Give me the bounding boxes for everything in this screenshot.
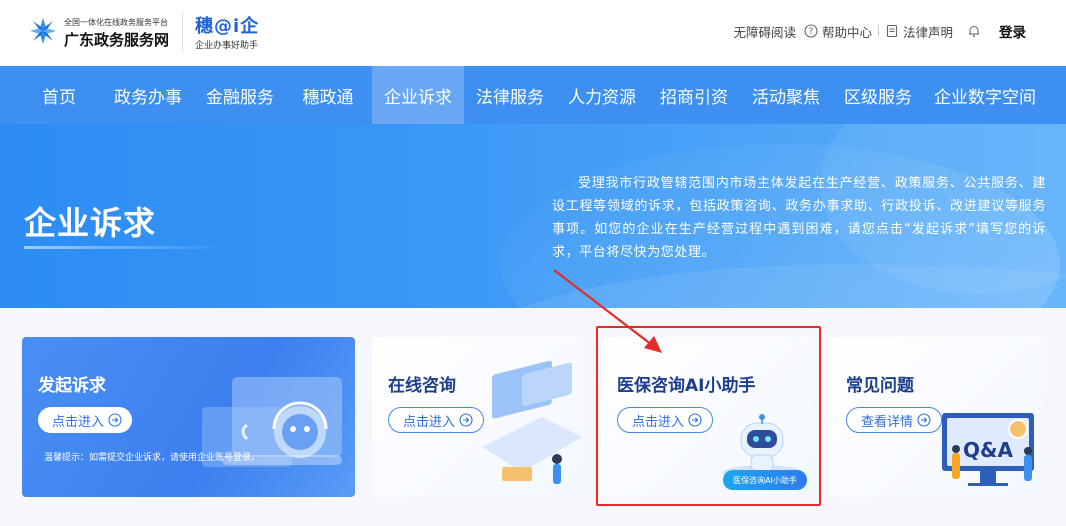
online-consultation-button[interactable]: 点击进入	[388, 407, 485, 433]
arrow-circle-right-icon	[459, 413, 473, 427]
page-title: 企业诉求	[24, 204, 157, 242]
button-label: 查看详情	[861, 414, 914, 430]
bell-icon[interactable]	[967, 24, 981, 38]
card-online-consultation[interactable]: 在线咨询 点击进入	[372, 337, 584, 497]
svg-text:Q&A: Q&A	[963, 438, 1013, 462]
legal-statement-label: 法律声明	[902, 24, 953, 40]
nav-item-events[interactable]: 活动聚焦	[744, 66, 828, 124]
brand-sui-i-qi-subtitle: 企业办事好助手	[195, 41, 259, 51]
nav-item-sui-zheng-tong[interactable]: 穗政通	[292, 66, 364, 124]
site-header: 全国一体化在线政务服务平台 广东政务服务网 穗@i企 企业办事好助手 无障碍阅读…	[0, 0, 1066, 66]
nav-item-home[interactable]: 首页	[24, 66, 94, 124]
nav-item-district-services[interactable]: 区级服务	[836, 66, 920, 124]
help-circle-icon: ?	[804, 24, 818, 38]
arrow-circle-right-icon	[917, 413, 931, 427]
brand-sui-i-qi-title[interactable]: 穗@i企	[195, 12, 259, 38]
logo-divider	[182, 12, 183, 52]
card-medical-insurance-ai-assistant[interactable]: 医保咨询AI小助手 点击进入 医保咨询AI小助手	[601, 337, 814, 497]
banner-description: 受理我市行政管辖范围内市场主体发起在生产经营、政策服务、公共服务、建设工程等领域…	[552, 176, 1046, 260]
nav-item-investment-promotion[interactable]: 招商引资	[652, 66, 736, 124]
top-links: 无障碍阅读 ? 帮助中心 法律声明 登录	[733, 21, 1026, 41]
link-separator	[877, 25, 879, 37]
button-label: 点击进入	[632, 414, 685, 430]
nav-item-enterprise-digital-space[interactable]: 企业数字空间	[926, 66, 1044, 124]
title-underline	[24, 246, 224, 249]
card-submit-appeal[interactable]: 发起诉求 点击进入 温馨提示：如需提交企业诉求，请使用企业账号登录。	[22, 337, 355, 497]
button-label: 点击进入	[403, 414, 456, 430]
gov-service-logo-icon[interactable]	[28, 16, 58, 46]
ai-assistant-badge[interactable]: 医保咨询AI小助手	[723, 470, 807, 490]
logo-subtitle: 全国一体化在线政务服务平台	[64, 18, 168, 27]
submit-appeal-button[interactable]: 点击进入	[38, 407, 133, 433]
ai-assistant-button[interactable]: 点击进入	[617, 407, 714, 433]
legal-statement-link[interactable]: 法律声明	[885, 22, 953, 41]
logo-title[interactable]: 广东政务服务网	[64, 29, 169, 50]
login-link[interactable]: 登录	[999, 21, 1026, 41]
card-title: 医保咨询AI小助手	[617, 376, 756, 396]
card-title: 在线咨询	[388, 376, 456, 396]
nav-item-financial-services[interactable]: 金融服务	[198, 66, 282, 124]
help-center-link[interactable]: ? 帮助中心	[804, 22, 872, 41]
card-faq[interactable]: Q&A 常见问题 查看详情	[830, 337, 1042, 497]
hero-banner: 企业诉求 受理我市行政管辖范围内市场主体发起在生产经营、政策服务、公共服务、建设…	[0, 124, 1066, 308]
accessibility-link[interactable]: 无障碍阅读	[733, 22, 796, 41]
document-icon	[885, 24, 899, 38]
nav-item-government-affairs[interactable]: 政务办事	[106, 66, 190, 124]
nav-item-enterprise-appeals[interactable]: 企业诉求	[372, 66, 464, 124]
arrow-circle-right-icon	[688, 413, 702, 427]
button-label: 点击进入	[52, 414, 105, 430]
help-center-label: 帮助中心	[821, 24, 872, 40]
nav-item-human-resources[interactable]: 人力资源	[560, 66, 644, 124]
main-nav: 首页 政务办事 金融服务 穗政通 企业诉求 法律服务 人力资源 招商引资 活动聚…	[0, 66, 1066, 124]
nav-item-legal-services[interactable]: 法律服务	[468, 66, 552, 124]
faq-view-details-button[interactable]: 查看详情	[846, 407, 943, 433]
card-title: 常见问题	[846, 376, 914, 396]
login-tip: 温馨提示：如需提交企业诉求，请使用企业账号登录。	[44, 453, 261, 463]
card-title: 发起诉求	[38, 376, 106, 396]
svg-text:?: ?	[809, 27, 814, 37]
arrow-circle-right-icon	[108, 413, 122, 427]
